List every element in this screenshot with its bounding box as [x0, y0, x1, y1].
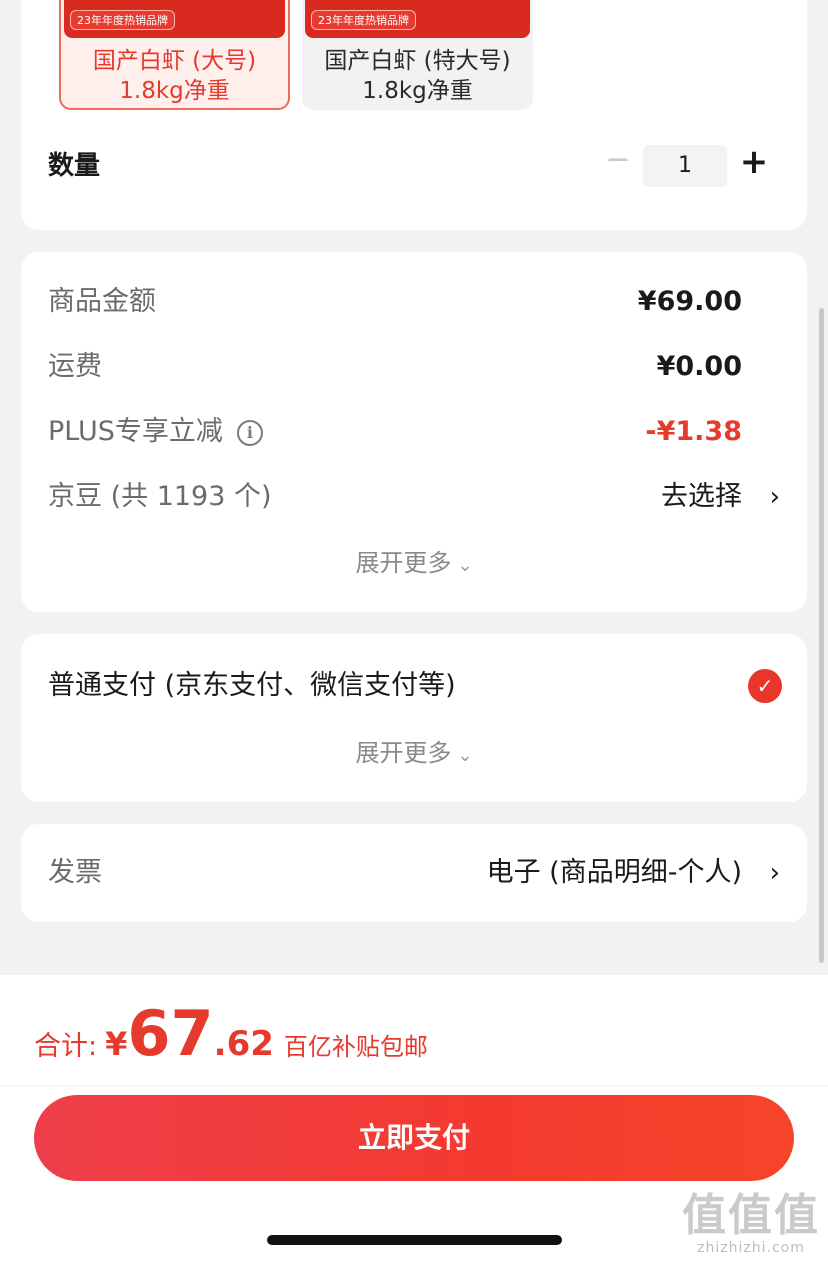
expand-more-label: 展开更多 [355, 549, 452, 577]
chevron-right-icon: › [769, 482, 780, 512]
variant-thumbnail: 23年年度热销品牌 [305, 0, 530, 38]
checkmark-icon[interactable]: ✓ [748, 669, 782, 703]
variant-tag: 23年年度热销品牌 [311, 10, 416, 30]
expand-more-price[interactable]: 展开更多 ⌄ [21, 546, 807, 583]
expand-more-label: 展开更多 [355, 739, 452, 767]
shipping-value: ¥0.00 [656, 351, 742, 382]
invoice-label: 发票 [48, 857, 102, 888]
watermark-logo: 值值值 zhizhizhi.com [682, 1190, 820, 1257]
total-integer: 67 [127, 997, 214, 1070]
quantity-increase-button[interactable]: + [737, 145, 771, 180]
invoice-value: 电子 (商品明细-个人) [486, 857, 742, 888]
total-decimal: .62 [213, 1024, 274, 1064]
subsidy-note: 百亿补贴包邮 [283, 1033, 428, 1061]
quantity-decrease-button[interactable]: − [603, 145, 633, 176]
plus-discount-value: -¥1.38 [645, 416, 742, 447]
chevron-down-icon: ⌄ [457, 745, 473, 766]
scrollbar[interactable] [819, 308, 824, 963]
watermark-domain: zhizhizhi.com [697, 1240, 805, 1256]
plus-discount-row: PLUS专享立减 i -¥1.38 [48, 412, 780, 452]
payment-method-card: 普通支付 (京东支付、微信支付等) ✓ 展开更多 ⌄ [21, 634, 807, 802]
variant-option-xlarge[interactable]: 23年年度热销品牌 国产白虾 (特大号) 1.8kg净重 [302, 0, 533, 110]
pay-now-button[interactable]: 立即支付 [34, 1095, 794, 1181]
variant-name: 国产白虾 (大号) [92, 48, 257, 74]
chevron-right-icon: › [769, 858, 780, 888]
variant-thumbnail: 23年年度热销品牌 [64, 0, 285, 38]
checkout-bar: 合计: ¥67.62 百亿补贴包邮 立即支付 值值值 zhizhizhi.com [0, 975, 828, 1264]
shipping-row: 运费 ¥0.00 [48, 347, 780, 387]
quantity-input[interactable]: 1 [643, 145, 727, 187]
variant-option-large[interactable]: 23年年度热销品牌 国产白虾 (大号) 1.8kg净重 [59, 0, 290, 110]
order-total: 合计: ¥67.62 百亿补贴包邮 [34, 997, 428, 1070]
product-options-card: 23年年度热销品牌 国产白虾 (大号) 1.8kg净重 23年年度热销品牌 国产… [21, 0, 807, 230]
plus-discount-label: PLUS专享立减 [48, 416, 223, 447]
invoice-card[interactable]: 发票 电子 (商品明细-个人) › [21, 824, 807, 922]
goods-amount-row: 商品金额 ¥69.00 [48, 282, 780, 322]
total-label: 合计: [34, 1031, 98, 1062]
variant-tag: 23年年度热销品牌 [70, 10, 175, 30]
home-indicator[interactable] [267, 1235, 562, 1245]
watermark-text: 值值值 [682, 1190, 820, 1241]
total-currency: ¥ [105, 1025, 128, 1063]
goods-amount-value: ¥69.00 [637, 286, 742, 317]
invoice-row[interactable]: 发票 电子 (商品明细-个人) › [48, 853, 780, 893]
divider [0, 1085, 828, 1086]
info-icon[interactable]: i [236, 419, 263, 446]
price-summary-card: 商品金额 ¥69.00 运费 ¥0.00 PLUS专享立减 i -¥1.38 京豆… [21, 252, 807, 612]
quantity-label: 数量 [48, 151, 101, 181]
payment-method-label[interactable]: 普通支付 (京东支付、微信支付等) [48, 666, 456, 706]
shipping-label: 运费 [48, 351, 102, 382]
variant-name: 国产白虾 (特大号) [324, 48, 511, 74]
plus-discount-label-wrap: PLUS专享立减 i [48, 412, 263, 452]
variant-weight: 1.8kg净重 [362, 78, 473, 104]
chevron-down-icon: ⌄ [457, 555, 473, 576]
jingdou-row[interactable]: 京豆 (共 1193 个) 去选择 › [48, 477, 780, 517]
expand-more-payment[interactable]: 展开更多 ⌄ [21, 736, 807, 773]
jingdou-label: 京豆 (共 1193 个) [48, 481, 272, 512]
variant-weight: 1.8kg净重 [119, 78, 230, 104]
goods-amount-label: 商品金额 [48, 286, 156, 317]
jingdou-action[interactable]: 去选择 [661, 477, 742, 517]
